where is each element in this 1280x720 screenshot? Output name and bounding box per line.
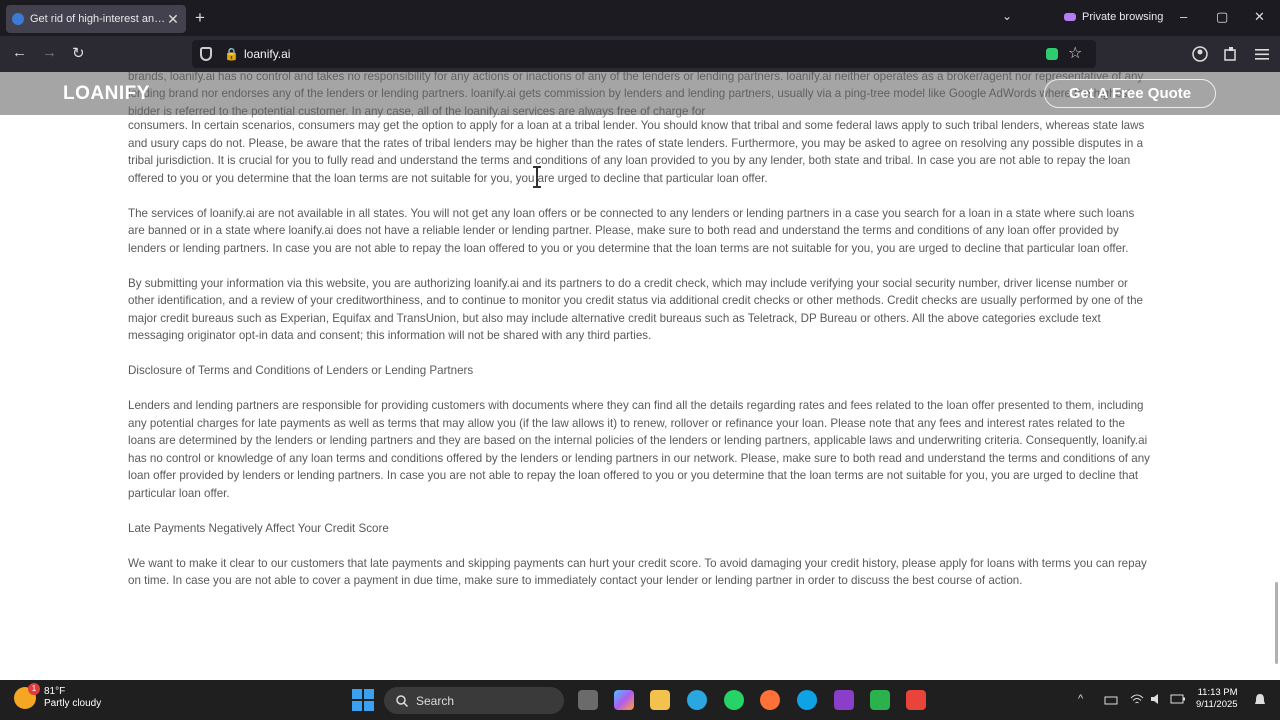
minimize-button[interactable]: – [1180,9,1187,24]
site-logo[interactable]: LOANIFY [63,83,150,105]
terms-content: consumers. In certain scenarios, consume… [128,117,1154,607]
close-tab-icon[interactable]: ✕ [166,11,180,28]
site-header: brands, loanify.ai has no control and ta… [0,72,1280,118]
volume-icon[interactable] [1150,693,1164,705]
extensions-puzzle-icon[interactable] [1223,46,1239,62]
paragraph-lender-responsibility: Lenders and lending partners are respons… [128,399,1150,500]
search-label: Search [416,693,455,708]
task-view-icon[interactable] [578,690,598,710]
forward-button[interactable]: → [42,44,57,61]
account-icon[interactable] [1192,46,1208,62]
header-overlap-text: brands, loanify.ai has no control and ta… [128,72,1144,118]
tab-list-chevron-icon[interactable]: ⌄ [1002,9,1012,23]
paragraph-state-availability: The services of loanify.ai are not avail… [128,206,1135,255]
browser-tab[interactable]: Get rid of high-interest and hig ✕ [6,5,186,33]
paragraph-credit-check: By submitting your information via this … [128,276,1143,343]
maximize-button[interactable]: ▢ [1216,9,1228,25]
taskbar-search[interactable]: Search [384,687,564,714]
heading-late-payments: Late Payments Negatively Affect Your Cre… [128,521,389,535]
recorder-icon[interactable] [906,690,926,710]
private-browsing-indicator: Private browsing [1064,11,1163,23]
browser-tab-bar: Get rid of high-interest and hig ✕ + ⌄ P… [0,0,1280,36]
bookmark-star-icon[interactable]: ☆ [1068,43,1082,63]
copilot-icon[interactable] [614,690,634,710]
new-tab-button[interactable]: + [195,8,205,28]
file-explorer-icon[interactable] [650,690,670,710]
menu-hamburger-icon[interactable] [1254,46,1270,62]
weather-condition: Partly cloudy [44,698,102,709]
url-text[interactable]: loanify.ai [244,47,290,61]
firefox-icon[interactable] [760,690,780,710]
extension-icon[interactable] [1046,48,1058,60]
lock-icon[interactable]: 🔒 [224,47,239,61]
camtasia-icon[interactable] [870,690,890,710]
skype-icon[interactable] [797,690,817,710]
paragraph-tribal-lenders: consumers. In certain scenarios, consume… [128,119,1145,185]
notification-bell-icon[interactable] [1254,693,1266,707]
tray-chevron-icon[interactable]: ^ [1078,693,1083,705]
wifi-icon[interactable] [1130,693,1144,705]
windows-start-icon[interactable] [352,689,374,711]
web-page: consumers. In certain scenarios, consume… [0,72,1280,680]
battery-icon[interactable] [1170,693,1186,705]
site-favicon-icon [12,13,24,25]
tracking-protection-shield-icon[interactable] [200,47,212,61]
close-window-button[interactable]: ✕ [1254,9,1265,25]
heading-disclosure: Disclosure of Terms and Conditions of Le… [128,364,474,377]
private-mask-icon [1064,13,1076,21]
page-scrollbar[interactable] [1275,582,1278,664]
network-icon[interactable] [1104,694,1118,706]
windows-taskbar: 81°F Partly cloudy Search ^ 11:13 PM 9/1… [0,680,1280,720]
private-browsing-label: Private browsing [1082,11,1164,23]
search-icon [396,694,408,707]
clock-date: 9/11/2025 [1196,699,1238,710]
reload-button[interactable]: ↻ [72,44,85,62]
back-button[interactable]: ← [12,44,27,61]
weather-widget[interactable]: 81°F Partly cloudy [14,683,102,710]
clock-time: 11:13 PM [1197,687,1238,698]
address-bar[interactable]: 🔒 loanify.ai ☆ [192,40,1096,68]
whatsapp-icon[interactable] [724,690,744,710]
telegram-icon[interactable] [687,690,707,710]
system-clock[interactable]: 11:13 PM 9/11/2025 [1196,687,1238,711]
browser-nav-bar: ← → ↻ 🔒 loanify.ai ☆ [0,36,1280,72]
text-cursor-icon [533,166,541,188]
get-free-quote-button[interactable]: Get A Free Quote [1044,79,1216,108]
tab-title: Get rid of high-interest and hig [30,13,166,25]
weather-temp: 81°F [44,686,66,697]
weather-sun-icon [14,683,40,709]
paragraph-late-payments: We want to make it clear to our customer… [128,556,1147,588]
firefox-private-icon[interactable] [834,690,854,710]
